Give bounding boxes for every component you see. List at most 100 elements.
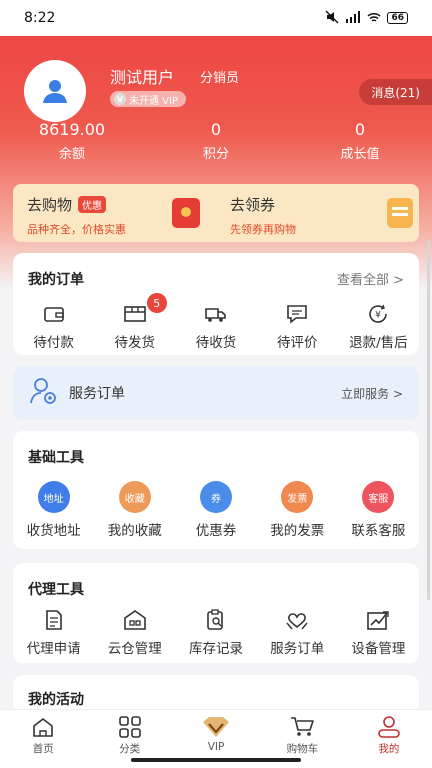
address-icon: 地址 — [37, 481, 70, 513]
invoice-icon: 发票 — [281, 481, 314, 513]
order-pending-receipt[interactable]: 待收货 — [175, 303, 256, 351]
tool-service-orders[interactable]: 服务订单 — [257, 609, 338, 657]
comment-icon — [284, 303, 310, 325]
mute-icon — [325, 10, 339, 27]
tab-label: 首页 — [32, 743, 54, 755]
order-status-label: 待评价 — [276, 335, 318, 351]
tab-home[interactable]: 首页 — [0, 710, 86, 768]
stat-balance[interactable]: 8619.00 余额 — [0, 120, 144, 162]
tool-label: 优惠券 — [195, 523, 237, 539]
stat-value: 0 — [354, 120, 366, 139]
messages-button[interactable]: 消息(21) — [359, 79, 432, 105]
agent-tools-title: 代理工具 — [28, 582, 84, 598]
tool-label: 代理申请 — [26, 641, 81, 657]
stat-label: 成长值 — [340, 147, 380, 162]
red-packet-icon — [172, 198, 200, 228]
package-icon — [122, 303, 148, 325]
service-user-icon — [29, 377, 59, 409]
username: 测试用户 — [110, 68, 175, 87]
stat-points[interactable]: 0 积分 — [144, 120, 288, 162]
chart-icon — [365, 609, 391, 631]
truck-icon — [203, 303, 229, 325]
coupon-icon — [387, 198, 413, 228]
handshake-icon — [284, 609, 310, 631]
cart-icon — [291, 717, 315, 736]
tool-coupons[interactable]: 券 优惠券 — [175, 481, 256, 539]
order-status-label: 待付款 — [33, 335, 74, 351]
pending-shipment-badge: 5 — [146, 293, 167, 313]
orders-title: 我的订单 — [28, 272, 84, 288]
signal-icon — [345, 10, 361, 26]
view-all-orders-link[interactable]: 查看全部 > — [337, 269, 404, 288]
status-icons: 66 — [325, 10, 408, 27]
tab-label: 购物车 — [286, 743, 319, 755]
tool-label: 联系客服 — [351, 523, 406, 539]
stat-value: 8619.00 — [38, 120, 106, 139]
tool-label: 服务订单 — [270, 641, 325, 657]
account-stats: 8619.00 余额 0 积分 0 成长值 — [0, 120, 432, 162]
tool-inventory-records[interactable]: 库存记录 — [175, 609, 256, 657]
svg-text:¥: ¥ — [376, 311, 382, 321]
tool-device-management[interactable]: 设备管理 — [338, 609, 419, 657]
vip-icon: V — [114, 93, 126, 105]
order-pending-shipment[interactable]: 5 待发货 — [94, 293, 175, 351]
order-pending-review[interactable]: 待评价 — [257, 303, 338, 351]
role-label: 分销员 — [200, 71, 240, 86]
tab-label: VIP — [207, 741, 225, 753]
home-indicator[interactable] — [131, 758, 301, 762]
promo-banner: 去购物 优惠 品种齐全，价格实惠 去领券 先领券再购物 — [13, 184, 419, 242]
order-refund-aftersale[interactable]: ¥ 退款/售后 — [338, 303, 419, 351]
activities-title: 我的活动 — [28, 692, 84, 708]
battery-icon: 66 — [387, 12, 408, 24]
status-time: 8:22 — [24, 10, 56, 26]
grid-icon — [118, 716, 141, 738]
document-icon — [41, 609, 67, 631]
home-icon — [33, 718, 54, 737]
clipboard-search-icon — [203, 609, 229, 631]
tab-mine[interactable]: 我的 — [346, 710, 432, 768]
tab-label: 分类 — [119, 743, 141, 755]
tool-favorites[interactable]: 收藏 我的收藏 — [94, 481, 175, 539]
agent-tools-card: 代理工具 代理申请 云仓管理 库存记录 服务订单 设备管理 — [13, 563, 419, 663]
tool-agent-application[interactable]: 代理申请 — [13, 609, 94, 657]
service-orders-title: 服务订单 — [69, 386, 125, 402]
vip-crown-icon — [203, 717, 230, 737]
coupon-ticket-icon: 券 — [200, 481, 232, 513]
refund-icon: ¥ — [365, 303, 391, 325]
tool-label: 我的收藏 — [107, 523, 162, 539]
basic-tools-title: 基础工具 — [28, 450, 84, 466]
order-status-row: 待付款 5 待发货 待收货 待评价 ¥ 退款/售后 — [13, 293, 419, 351]
tool-cloud-warehouse[interactable]: 云仓管理 — [94, 609, 175, 657]
user-avatar-icon — [43, 80, 67, 103]
basic-tools-row: 地址 收货地址 收藏 我的收藏 券 优惠券 发票 我的发票 客服 联系客服 — [13, 481, 419, 539]
discount-badge: 优惠 — [78, 196, 107, 213]
service-orders-card[interactable]: 服务订单 立即服务 > — [13, 366, 419, 420]
agent-tools-row: 代理申请 云仓管理 库存记录 服务订单 设备管理 — [13, 609, 419, 657]
vip-status-tag[interactable]: V 未开通 VIP — [110, 91, 186, 107]
customer-service-icon: 客服 — [362, 481, 395, 513]
go-shopping-button[interactable]: 去购物 优惠 品种齐全，价格实惠 — [13, 184, 216, 242]
warehouse-icon — [122, 609, 148, 631]
user-icon — [378, 716, 400, 738]
tool-invoices[interactable]: 发票 我的发票 — [257, 481, 338, 539]
tool-label: 收货地址 — [26, 523, 81, 539]
basic-tools-card: 基础工具 地址 收货地址 收藏 我的收藏 券 优惠券 发票 我的发票 客服 联系… — [13, 431, 419, 549]
avatar[interactable] — [24, 60, 86, 122]
stat-growth[interactable]: 0 成长值 — [288, 120, 432, 162]
status-bar: 8:22 66 — [0, 0, 432, 36]
favorites-icon: 收藏 — [118, 481, 151, 513]
promo-coupon-title: 去领券 — [230, 196, 276, 214]
tool-customer-service[interactable]: 客服 联系客服 — [338, 481, 419, 539]
tool-label: 我的发票 — [270, 523, 325, 539]
order-pending-payment[interactable]: 待付款 — [13, 303, 94, 351]
orders-card: 我的订单 查看全部 > 待付款 5 待发货 待收货 待评价 ¥ 退款/售后 — [13, 253, 419, 355]
get-coupons-button[interactable]: 去领券 先领券再购物 — [216, 184, 419, 242]
scrollbar[interactable] — [427, 240, 430, 600]
tool-label: 库存记录 — [189, 641, 243, 657]
tool-shipping-address[interactable]: 地址 收货地址 — [13, 481, 94, 539]
promo-shop-title: 去购物 — [27, 196, 73, 214]
tool-label: 云仓管理 — [107, 641, 162, 657]
wifi-icon — [367, 11, 381, 26]
serve-now-link[interactable]: 立即服务 > — [341, 385, 403, 402]
stat-label: 积分 — [202, 147, 229, 162]
